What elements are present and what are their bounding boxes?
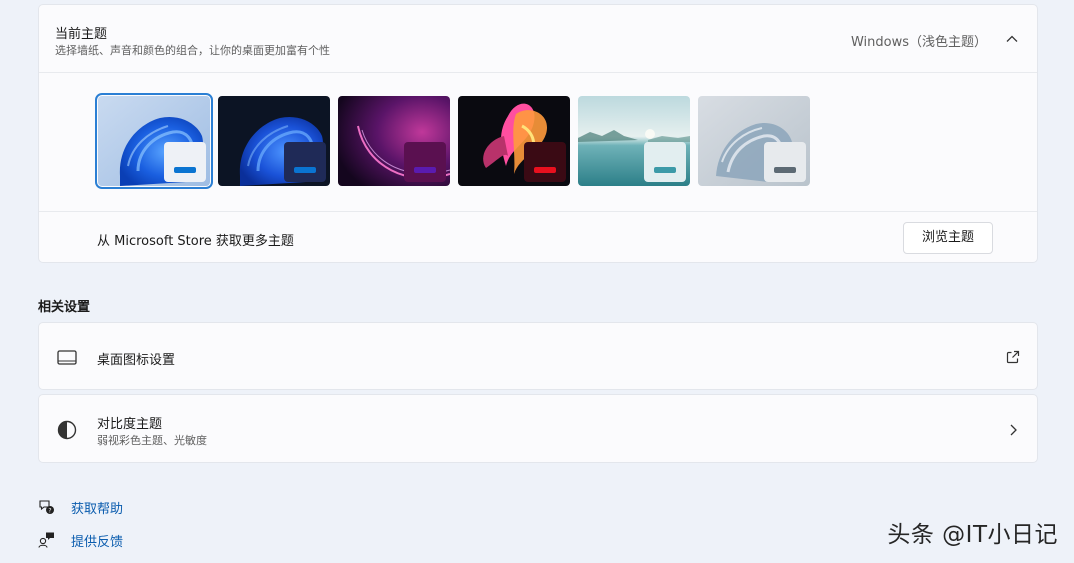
current-theme-subtitle: 选择墙纸、声音和颜色的组合，让你的桌面更加富有个性 bbox=[55, 44, 330, 57]
contrast-themes-title: 对比度主题 bbox=[97, 417, 163, 432]
current-theme-card: 当前主题 选择墙纸、声音和颜色的组合，让你的桌面更加富有个性 Windows（浅… bbox=[38, 4, 1038, 263]
theme-accent-bar bbox=[534, 167, 556, 173]
theme-window-preview bbox=[164, 142, 206, 182]
svg-text:?: ? bbox=[48, 507, 51, 514]
chevron-right-icon bbox=[1010, 424, 1017, 436]
theme-accent-bar bbox=[414, 167, 436, 173]
theme-accent-bar bbox=[174, 167, 196, 173]
theme-accent-bar bbox=[654, 167, 676, 173]
theme-thumbnail-sunrise[interactable] bbox=[578, 96, 690, 186]
help-chat-icon: ? bbox=[39, 500, 54, 514]
theme-window-preview bbox=[404, 142, 446, 182]
theme-window-preview bbox=[524, 142, 566, 182]
theme-thumbnail-windows-dark[interactable] bbox=[218, 96, 330, 186]
desktop-icon-settings-row[interactable]: 桌面图标设置 bbox=[38, 322, 1038, 390]
current-theme-value: Windows（浅色主题） bbox=[850, 35, 987, 50]
give-feedback-link[interactable]: 提供反馈 bbox=[38, 529, 158, 550]
current-theme-title: 当前主题 bbox=[55, 27, 108, 42]
browse-themes-button[interactable]: 浏览主题 bbox=[903, 222, 993, 254]
watermark: 头条 @IT小日记 bbox=[887, 522, 1058, 548]
store-text: 从 Microsoft Store 获取更多主题 bbox=[97, 234, 294, 249]
related-settings-heading: 相关设置 bbox=[38, 300, 91, 315]
get-help-label: 获取帮助 bbox=[71, 502, 124, 517]
current-theme-header[interactable]: 当前主题 选择墙纸、声音和颜色的组合，让你的桌面更加富有个性 Windows（浅… bbox=[39, 5, 1037, 73]
contrast-icon bbox=[57, 420, 77, 440]
contrast-themes-row[interactable]: 对比度主题 弱视彩色主题、光敏度 bbox=[38, 394, 1038, 463]
get-help-link[interactable]: ? 获取帮助 bbox=[38, 496, 158, 517]
chevron-up-icon[interactable] bbox=[1005, 32, 1019, 46]
external-link-icon bbox=[1006, 350, 1020, 364]
desktop-icon-settings-title: 桌面图标设置 bbox=[97, 353, 176, 368]
give-feedback-label: 提供反馈 bbox=[71, 535, 124, 550]
theme-window-preview bbox=[764, 142, 806, 182]
theme-thumbnail-captured-motion[interactable] bbox=[458, 96, 570, 186]
theme-accent-bar bbox=[294, 167, 316, 173]
theme-thumbnail-glow[interactable] bbox=[338, 96, 450, 186]
theme-accent-bar bbox=[774, 167, 796, 173]
feedback-person-icon bbox=[38, 532, 54, 548]
theme-window-preview bbox=[284, 142, 326, 182]
store-row: 从 Microsoft Store 获取更多主题 浏览主题 bbox=[39, 211, 1037, 263]
theme-thumbnail-windows-light[interactable] bbox=[95, 93, 213, 189]
theme-window-preview bbox=[644, 142, 686, 182]
theme-thumbnail-flow[interactable] bbox=[698, 96, 810, 186]
contrast-themes-subtitle: 弱视彩色主题、光敏度 bbox=[97, 434, 207, 447]
monitor-icon bbox=[57, 350, 77, 365]
